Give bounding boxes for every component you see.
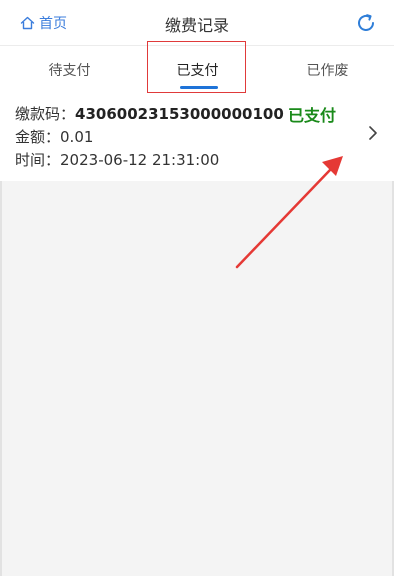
amount-row: 金额：0.01 [15, 126, 93, 147]
payment-record-item[interactable]: 缴款码：43060023153000000100 已支付 金额：0.01 时间：… [0, 94, 394, 181]
payment-code-value: 43060023153000000100 [75, 105, 284, 123]
amount-value: 0.01 [60, 128, 94, 146]
payment-code-row: 缴款码：43060023153000000100 [15, 103, 284, 124]
time-value: 2023-06-12 21:31:00 [60, 151, 220, 169]
time-row: 时间：2023-06-12 21:31:00 [15, 149, 219, 170]
chevron-right-icon[interactable] [367, 125, 379, 141]
refresh-icon[interactable] [354, 11, 378, 35]
top-bar: 首页 缴费记录 [0, 0, 394, 46]
active-tab-indicator [180, 86, 218, 89]
page-title: 缴费记录 [164, 16, 229, 35]
amount-label: 金额： [15, 128, 61, 146]
time-label: 时间： [15, 151, 61, 169]
tab-unpaid[interactable]: 待支付 [4, 46, 135, 94]
tab-voided[interactable]: 已作废 [262, 46, 393, 94]
payment-code-label: 缴款码： [15, 105, 76, 123]
status-badge: 已支付 [288, 106, 337, 125]
